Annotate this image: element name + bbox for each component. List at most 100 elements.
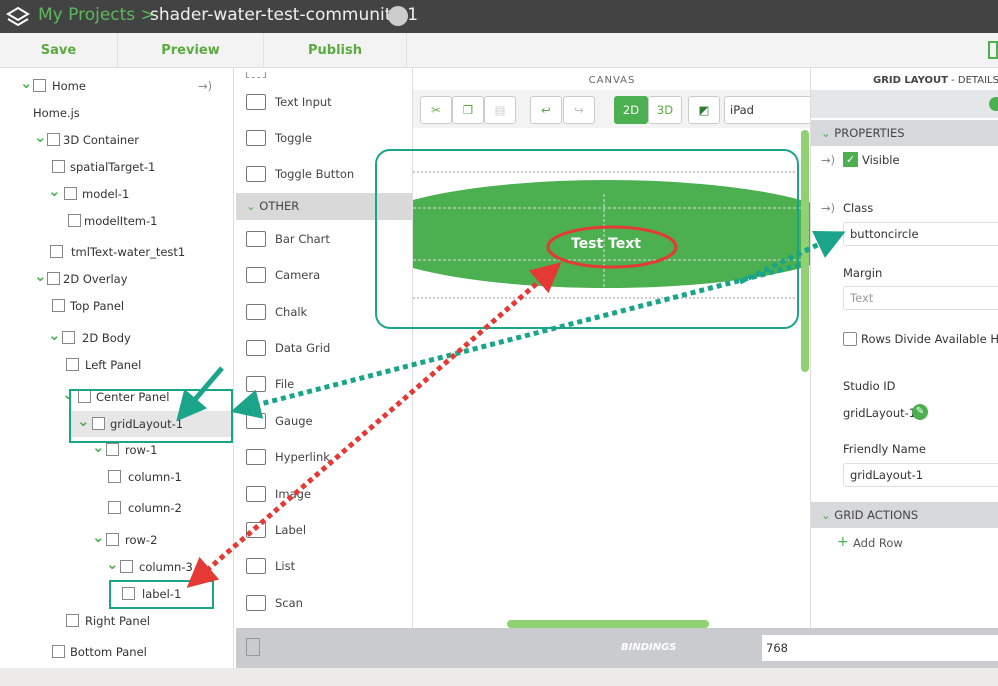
publish-button[interactable]: Publish bbox=[264, 33, 407, 68]
widget-label: Chalk bbox=[275, 305, 308, 319]
widget-icon bbox=[246, 166, 266, 182]
orientation-button[interactable]: ◩ bbox=[688, 96, 720, 124]
preview-button[interactable]: Preview bbox=[118, 33, 264, 68]
section-properties[interactable]: ⌄ PROPERTIES bbox=[811, 120, 998, 146]
tree-item[interactable]: ⌄ row-1 bbox=[0, 438, 232, 460]
chevron-down-icon[interactable]: ⌄ bbox=[48, 182, 61, 200]
chevron-down-icon[interactable]: ⌄ bbox=[77, 412, 90, 430]
tree-item[interactable]: Home.js bbox=[0, 103, 232, 123]
tree-item[interactable]: tmlText-water_test1 bbox=[0, 242, 232, 262]
tree-item[interactable]: ⌄ gridLayout-1 bbox=[0, 412, 232, 434]
undo-button[interactable]: ↩ bbox=[530, 96, 562, 124]
widget-item[interactable]: Image bbox=[236, 482, 412, 506]
widget-item[interactable]: Gauge bbox=[236, 409, 412, 433]
clipboard-icon: ▤ bbox=[494, 103, 506, 117]
tree-item[interactable]: Left Panel bbox=[0, 355, 232, 375]
edit-pencil-icon[interactable]: ✎ bbox=[912, 404, 928, 420]
project-tree: ⌄ Home →) Home.js ⌄ 3D Container spatialTarget… bbox=[0, 68, 234, 668]
tree-node-icon bbox=[66, 358, 79, 371]
tree-item[interactable]: ⌄ Home →) bbox=[0, 74, 232, 96]
class-input[interactable]: buttoncircle bbox=[843, 222, 998, 246]
tree-item-label: row-1 bbox=[125, 443, 158, 457]
widget-item[interactable]: Label bbox=[236, 518, 412, 542]
friendly-name-input[interactable]: gridLayout-1 bbox=[843, 463, 998, 487]
panel-toggle-icon[interactable] bbox=[988, 41, 998, 59]
chevron-down-icon[interactable]: ⌄ bbox=[92, 438, 105, 456]
widget-item[interactable]: Data Grid bbox=[236, 336, 412, 360]
tree-item[interactable]: ⌄ column-3 bbox=[0, 555, 232, 577]
project-title: shader-water-test-community-1 bbox=[150, 5, 419, 25]
tree-item[interactable]: ⌄ 3D Container bbox=[0, 128, 232, 150]
widget-item[interactable]: Text Input bbox=[236, 90, 412, 114]
chevron-down-icon[interactable]: ⌄ bbox=[34, 267, 47, 285]
add-row-button[interactable]: Add Row bbox=[853, 536, 903, 550]
tree-item-label: modelItem-1 bbox=[84, 214, 158, 228]
tree-item[interactable]: label-1 bbox=[0, 584, 232, 604]
tree-item[interactable]: spatialTarget-1 bbox=[0, 157, 232, 177]
widget-item[interactable]: Camera bbox=[236, 263, 412, 287]
tree-item[interactable]: ⌄ row-2 bbox=[0, 528, 232, 550]
widget-icon bbox=[246, 486, 266, 502]
copy-button[interactable]: ❐ bbox=[452, 96, 484, 124]
tree-node-icon bbox=[52, 645, 65, 658]
tree-item[interactable]: ⌄ 2D Overlay bbox=[0, 267, 232, 289]
chevron-down-icon[interactable]: ⌄ bbox=[20, 74, 33, 92]
chevron-down-icon[interactable]: ⌄ bbox=[48, 326, 61, 344]
widget-item[interactable]: Bar Chart bbox=[236, 227, 412, 251]
delete-icon[interactable] bbox=[989, 97, 998, 111]
chevron-down-icon[interactable]: ⌄ bbox=[34, 128, 47, 146]
margin-input[interactable]: Text bbox=[843, 286, 998, 310]
widget-icon bbox=[246, 304, 266, 320]
section-other[interactable]: ⌄ OTHER bbox=[236, 193, 412, 220]
bindings-value-input[interactable]: 768 bbox=[762, 635, 998, 661]
widget-item[interactable]: Scan bbox=[236, 591, 412, 615]
binding-arrow-icon[interactable]: →) bbox=[198, 76, 212, 96]
tree-item[interactable]: ⌄ 2D Body bbox=[0, 326, 232, 348]
device-icon[interactable] bbox=[388, 6, 408, 26]
binding-arrow-icon[interactable]: →) bbox=[821, 153, 835, 167]
canvas-stage bbox=[413, 130, 811, 628]
tree-item[interactable]: ⌄ model-1 bbox=[0, 182, 232, 204]
expand-icon[interactable] bbox=[246, 638, 260, 656]
widget-item[interactable]: Toggle bbox=[236, 126, 412, 150]
widget-item[interactable]: List bbox=[236, 554, 412, 578]
tree-item[interactable]: Top Panel bbox=[0, 296, 232, 316]
layers-logo-icon[interactable] bbox=[6, 5, 30, 29]
chevron-down-icon[interactable]: ⌄ bbox=[92, 528, 105, 546]
tree-item-label: column-2 bbox=[128, 501, 182, 515]
breadcrumb-my-projects[interactable]: My Projects > bbox=[38, 5, 155, 25]
tree-item[interactable]: Bottom Panel bbox=[0, 642, 232, 662]
details-header-title: GRID LAYOUT bbox=[873, 75, 948, 86]
details-header-suffix: - DETAILS bbox=[947, 75, 998, 86]
widget-item[interactable]: Chalk bbox=[236, 300, 412, 324]
tree-item[interactable]: column-2 bbox=[0, 498, 232, 518]
paste-button[interactable]: ▤ bbox=[484, 96, 516, 124]
mode-2d-button[interactable]: 2D bbox=[614, 96, 648, 124]
save-button[interactable]: Save bbox=[0, 33, 118, 68]
tree-item[interactable]: Right Panel bbox=[0, 611, 232, 631]
tree-item-label: Home bbox=[52, 79, 86, 93]
section-grid-actions[interactable]: ⌄ GRID ACTIONS bbox=[811, 502, 998, 528]
tree-node-icon bbox=[108, 470, 121, 483]
widget-item[interactable]: Toggle Button bbox=[236, 162, 412, 186]
chevron-down-icon[interactable]: ⌄ bbox=[62, 385, 75, 403]
os-taskbar bbox=[0, 668, 998, 686]
redo-button[interactable]: ↪ bbox=[563, 96, 595, 124]
cut-button[interactable]: ✂ bbox=[420, 96, 452, 124]
device-select[interactable]: iPad bbox=[724, 96, 814, 124]
chevron-down-icon[interactable]: ⌄ bbox=[106, 555, 119, 573]
rows-divide-checkbox[interactable] bbox=[843, 332, 857, 346]
tree-item-label: tmlText-water_test1 bbox=[71, 245, 186, 259]
visible-checkbox[interactable]: ✓ bbox=[843, 152, 858, 167]
tree-item-label: 3D Container bbox=[63, 133, 140, 147]
plus-icon[interactable]: + bbox=[837, 534, 849, 550]
binding-arrow-icon[interactable]: →) bbox=[821, 201, 835, 215]
tree-item[interactable]: modelItem-1 bbox=[0, 211, 232, 231]
widget-item[interactable]: Hyperlink bbox=[236, 445, 412, 469]
canvas-label-test-text[interactable]: Test Text bbox=[413, 236, 799, 252]
tree-item[interactable]: column-1 bbox=[0, 467, 232, 487]
tree-item[interactable]: ⌄ Center Panel bbox=[0, 385, 232, 407]
mode-3d-button[interactable]: 3D bbox=[648, 96, 682, 124]
bindings-label[interactable]: BINDINGS bbox=[621, 642, 677, 653]
widget-item[interactable]: File bbox=[236, 372, 412, 396]
